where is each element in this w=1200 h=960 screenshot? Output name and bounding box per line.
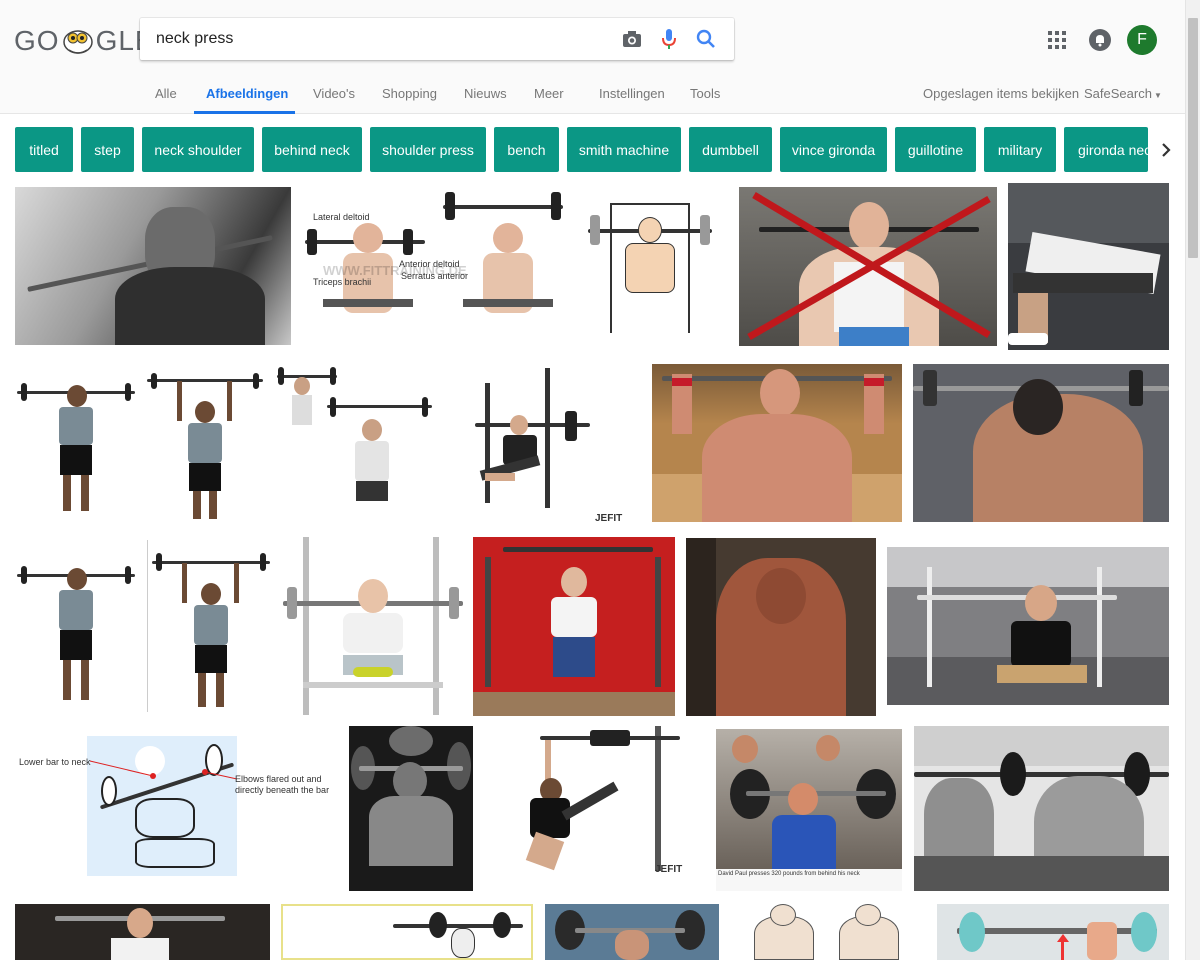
image-result[interactable]: JEFIT: [500, 726, 690, 891]
tab-meer[interactable]: Meer: [534, 86, 564, 101]
chip[interactable]: neck shoulder: [142, 127, 254, 172]
doodle-icon: [61, 26, 95, 56]
jefit-watermark: JEFIT: [655, 864, 683, 875]
search-box[interactable]: [140, 18, 734, 60]
tab-tools[interactable]: Tools: [690, 86, 720, 101]
tab-afbeeldingen[interactable]: Afbeeldingen: [206, 86, 288, 101]
chevron-right-icon[interactable]: [1148, 127, 1184, 172]
avatar[interactable]: F: [1127, 25, 1157, 55]
image-result[interactable]: [150, 551, 272, 711]
header: GO GLE F Alle A: [0, 0, 1200, 114]
image-result[interactable]: [686, 538, 876, 716]
image-result[interactable]: [283, 537, 463, 715]
scrollbar[interactable]: [1185, 0, 1200, 960]
image-result[interactable]: [1008, 183, 1169, 350]
image-result[interactable]: [937, 904, 1169, 960]
divider: [147, 540, 148, 712]
watermark-text: WWW.FITTRAINING.DE: [323, 263, 467, 278]
image-result[interactable]: [15, 187, 291, 345]
chip[interactable]: gironda neck: [1064, 127, 1148, 172]
tab-instellingen[interactable]: Instellingen: [599, 86, 665, 101]
search-icon[interactable]: [694, 27, 718, 51]
image-result[interactable]: [914, 726, 1169, 891]
image-result[interactable]: [580, 187, 720, 347]
chip[interactable]: shoulder press: [370, 127, 486, 172]
apps-icon[interactable]: [1048, 31, 1066, 49]
diagram-label: Triceps brachii: [313, 277, 372, 287]
microphone-icon[interactable]: [657, 27, 681, 51]
image-result[interactable]: [15, 540, 137, 712]
image-result[interactable]: JEFIT: [445, 363, 645, 525]
image-result[interactable]: [734, 904, 924, 960]
image-result[interactable]: Lateral deltoid Anterior deltoid Serratu…: [303, 187, 568, 347]
saved-items-link[interactable]: Opgeslagen items bekijken: [923, 86, 1079, 101]
chip[interactable]: smith machine: [567, 127, 681, 172]
image-result[interactable]: [887, 547, 1169, 705]
image-result[interactable]: [15, 904, 270, 960]
magazine-caption: David Paul presses 320 pounds from behin…: [718, 871, 860, 877]
image-result[interactable]: David Paul presses 320 pounds from behin…: [716, 729, 902, 891]
chip[interactable]: military: [984, 127, 1056, 172]
tab-nieuws[interactable]: Nieuws: [464, 86, 507, 101]
safesearch-menu[interactable]: SafeSearch ▼: [1084, 86, 1162, 101]
image-result[interactable]: [545, 904, 719, 960]
diagram-label: Lateral deltoid: [313, 212, 370, 222]
image-result[interactable]: Lower bar to neck Elbows flared out and …: [15, 736, 335, 876]
image-result[interactable]: [15, 363, 137, 523]
search-tabs: Alle Afbeeldingen Video's Shopping Nieuw…: [0, 80, 1200, 114]
active-tab-indicator: [194, 111, 295, 114]
image-result[interactable]: [739, 187, 997, 346]
scrollbar-thumb[interactable]: [1188, 18, 1198, 258]
image-results: Lateral deltoid Anterior deltoid Serratu…: [0, 183, 1185, 960]
chip[interactable]: dumbbell: [689, 127, 772, 172]
chip[interactable]: behind neck: [262, 127, 362, 172]
diagram-label: Elbows flared out and: [235, 774, 322, 784]
diagram-label: Lower bar to neck: [19, 757, 91, 767]
google-logo[interactable]: GO GLE: [14, 24, 155, 58]
image-result[interactable]: [272, 363, 437, 523]
camera-icon[interactable]: [620, 27, 644, 51]
image-result[interactable]: [145, 373, 265, 523]
chip[interactable]: titled: [15, 127, 73, 172]
safesearch-label: SafeSearch: [1084, 86, 1152, 101]
dropdown-arrow-icon: ▼: [1153, 91, 1162, 100]
chip[interactable]: guillotine: [895, 127, 976, 172]
diagram-label: directly beneath the bar: [235, 785, 330, 795]
logo-text-left: GO: [14, 25, 60, 56]
tab-shopping[interactable]: Shopping: [382, 86, 437, 101]
jefit-watermark: JEFIT: [595, 513, 623, 524]
image-result[interactable]: [473, 537, 675, 716]
tab-videos[interactable]: Video's: [313, 86, 355, 101]
chip[interactable]: step: [81, 127, 134, 172]
tab-alle[interactable]: Alle: [155, 86, 177, 101]
related-chips: titled step neck shoulder behind neck sh…: [0, 115, 1200, 183]
image-result[interactable]: [349, 726, 473, 891]
chip[interactable]: vince gironda: [780, 127, 887, 172]
notifications-icon[interactable]: [1089, 29, 1111, 51]
search-input[interactable]: [156, 30, 606, 48]
chip[interactable]: bench: [494, 127, 559, 172]
image-result[interactable]: [281, 904, 533, 960]
image-result[interactable]: [913, 364, 1169, 522]
image-result[interactable]: [652, 364, 902, 522]
